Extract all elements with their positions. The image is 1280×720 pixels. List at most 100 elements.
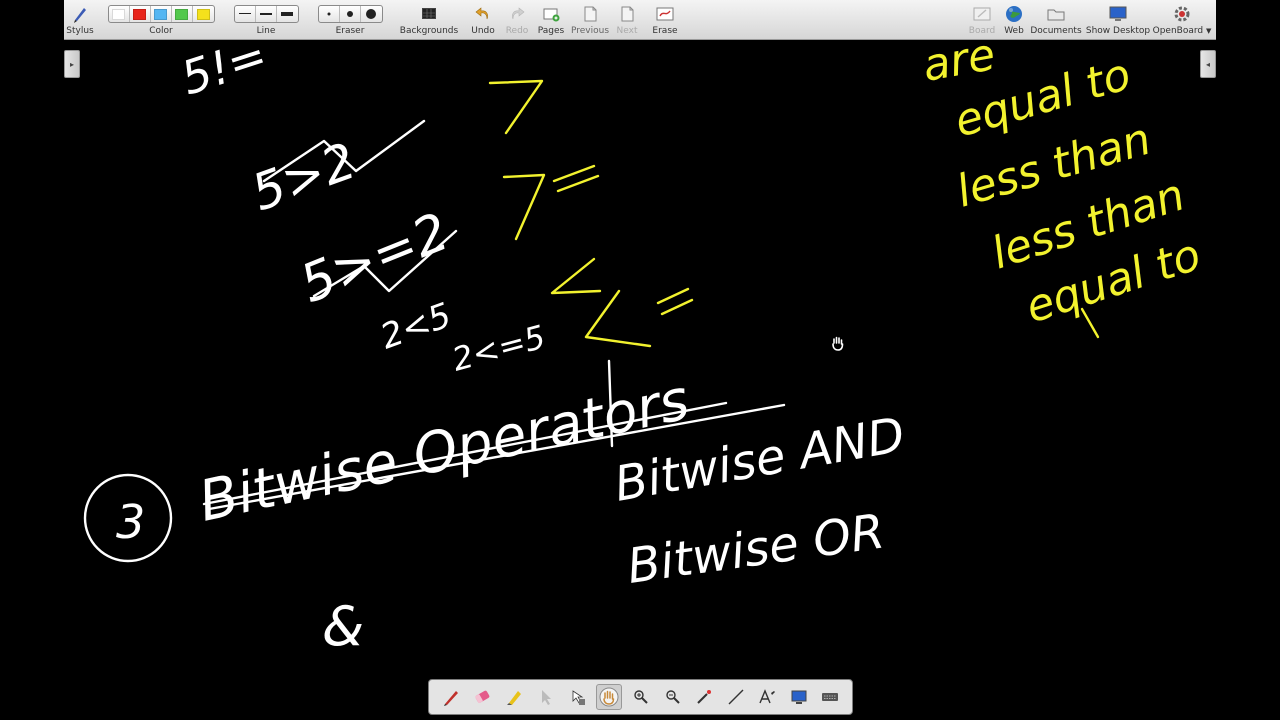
color-red-button[interactable] xyxy=(130,6,151,22)
interactor-tool-button[interactable] xyxy=(565,685,589,709)
next-label: Next xyxy=(616,26,638,36)
line-tool-button[interactable] xyxy=(724,685,748,709)
color-selector xyxy=(107,5,215,23)
eraser-icon xyxy=(475,690,490,704)
board-label: Board xyxy=(968,26,996,36)
op-ge-text: 7= xyxy=(504,236,505,237)
eraser-group: Eraser xyxy=(316,2,384,38)
less-than-stroke-2 xyxy=(584,289,652,348)
pen-icon xyxy=(443,691,458,706)
line-group: Line xyxy=(232,2,300,38)
previous-button[interactable]: Previous xyxy=(570,2,610,38)
color-label: Color xyxy=(149,26,173,36)
hand-icon xyxy=(599,687,619,707)
expr-less-than: 2<5 xyxy=(375,295,456,357)
openboard-label: OpenBoard ▼ xyxy=(1153,26,1212,36)
documents-button[interactable]: Documents xyxy=(1028,2,1084,38)
line-label: Line xyxy=(256,26,276,36)
pages-label: Pages xyxy=(537,26,565,36)
board-icon xyxy=(973,7,991,21)
show-desktop-button[interactable]: Show Desktop xyxy=(1086,2,1150,38)
zoom-in-tool-button[interactable] xyxy=(629,685,653,709)
previous-page-icon xyxy=(584,6,597,22)
board-button[interactable]: Board xyxy=(968,2,996,38)
seven-stroke-2 xyxy=(502,173,546,241)
openboard-menu-button[interactable]: OpenBoard ▼ xyxy=(1153,2,1212,38)
letterbox-right xyxy=(1216,0,1280,720)
stylus-button[interactable]: Stylus xyxy=(66,2,94,38)
selector-icon xyxy=(542,690,552,705)
line-medium-button[interactable] xyxy=(256,6,277,22)
ampersand-symbol: & xyxy=(322,595,364,658)
keyboard-icon xyxy=(822,693,839,701)
note-line-1: are xyxy=(919,41,999,92)
eraser-tool-button[interactable] xyxy=(470,685,494,709)
redo-icon xyxy=(512,7,525,20)
bitwise-or-text: Bitwise OR xyxy=(624,503,888,594)
selector-tool-button[interactable] xyxy=(533,685,557,709)
expr-less-equal: 2<=5 xyxy=(448,318,549,379)
line-thin-button[interactable] xyxy=(235,6,256,22)
redo-button[interactable]: Redo xyxy=(502,2,532,38)
highlighter-tool-button[interactable] xyxy=(502,685,526,709)
zoom-out-icon xyxy=(666,690,680,704)
backgrounds-icon xyxy=(422,8,436,19)
undo-label: Undo xyxy=(471,26,495,36)
interactor-icon xyxy=(572,690,585,705)
highlighter-icon xyxy=(506,691,521,705)
whiteboard-canvas[interactable]: 5!= 5>2 5>=2 2<5 2<=5 3 Bitwise Operator… xyxy=(64,41,1216,720)
erase-button[interactable]: Erase xyxy=(650,2,680,38)
pages-button[interactable]: Pages xyxy=(536,2,566,38)
undo-button[interactable]: Undo xyxy=(468,2,498,38)
stylus-icon xyxy=(74,8,86,23)
hand-cursor-icon xyxy=(832,336,844,351)
erase-label: Erase xyxy=(652,26,678,36)
stylus-label: Stylus xyxy=(66,26,94,36)
zoom-out-tool-button[interactable] xyxy=(661,685,685,709)
next-button[interactable]: Next xyxy=(612,2,642,38)
line-icon xyxy=(728,689,744,705)
color-group: Color xyxy=(104,2,218,38)
pages-icon xyxy=(543,8,560,22)
color-blue-button[interactable] xyxy=(151,6,172,22)
web-globe-icon xyxy=(1006,6,1022,22)
show-desktop-label: Show Desktop xyxy=(1085,26,1151,36)
keyboard-tool-button[interactable] xyxy=(818,685,842,709)
color-green-button[interactable] xyxy=(172,6,193,22)
eraser-large-button[interactable] xyxy=(361,6,382,22)
color-white-button[interactable] xyxy=(109,6,130,22)
expr-greater-than: 5>2 xyxy=(244,132,363,223)
desktop-icon xyxy=(1109,6,1127,21)
hand-tool-button[interactable] xyxy=(595,684,622,710)
redo-label: Redo xyxy=(505,26,529,36)
web-button[interactable]: Web xyxy=(1000,2,1028,38)
backgrounds-label: Backgrounds xyxy=(399,26,459,36)
eraser-small-button[interactable] xyxy=(319,6,340,22)
capture-tool-button[interactable] xyxy=(787,685,811,709)
chevron-down-icon: ▼ xyxy=(1206,27,1212,35)
text-tool-button[interactable] xyxy=(755,685,779,709)
pen-tool-button[interactable] xyxy=(439,685,463,709)
expr-greater-equal: 5>=2 xyxy=(292,202,457,315)
line-width-selector xyxy=(233,5,299,23)
zoom-in-icon xyxy=(634,690,649,704)
erase-all-icon xyxy=(656,7,674,21)
main-toolbar: Stylus Color Line Eraser Backgrounds Und… xyxy=(64,0,1216,40)
web-label: Web xyxy=(1004,26,1024,36)
next-page-icon xyxy=(621,6,634,22)
floating-tool-palette xyxy=(428,679,853,715)
eraser-size-selector xyxy=(317,5,383,23)
letterbox-left xyxy=(0,0,64,720)
line-thick-button[interactable] xyxy=(277,6,298,22)
less-than-stroke-1 xyxy=(550,257,602,295)
equals-stroke-2 xyxy=(656,287,694,316)
documents-label: Documents xyxy=(1030,26,1082,36)
openboard-gear-icon xyxy=(1174,6,1190,22)
previous-label: Previous xyxy=(570,26,610,36)
eraser-medium-button[interactable] xyxy=(340,6,361,22)
color-yellow-button[interactable] xyxy=(193,6,214,22)
undo-icon xyxy=(475,7,488,20)
backgrounds-button[interactable]: Backgrounds xyxy=(398,2,460,38)
laser-pointer-icon xyxy=(697,690,712,704)
laser-pointer-tool-button[interactable] xyxy=(692,685,716,709)
